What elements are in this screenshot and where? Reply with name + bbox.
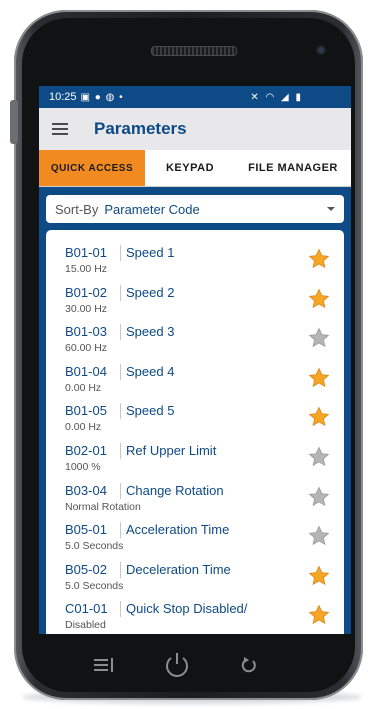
parameter-row[interactable]: B05-02 Deceleration Time 5.0 Seconds [46, 559, 344, 599]
parameter-name: Acceleration Time [126, 522, 230, 538]
hamburger-menu-icon[interactable] [52, 123, 68, 135]
parameter-value: 15.00 Hz [65, 263, 108, 275]
side-button [10, 100, 18, 144]
parameter-name: Speed 1 [126, 245, 175, 260]
star-favorite-icon[interactable] [308, 604, 330, 626]
parameter-code: B01-01 [65, 245, 107, 260]
power-home-icon[interactable] [162, 650, 192, 680]
notification-icons: ▣ ● ◍ • [80, 91, 124, 103]
parameter-value: Disabled [65, 619, 106, 632]
parameter-name: Change Rotation [126, 482, 224, 498]
sort-by-dropdown[interactable]: Sort-By Parameter Code [46, 195, 344, 223]
parameter-name: Speed 4 [126, 363, 175, 379]
tab-bar: QUICK ACCESS KEYPAD FILE MANAGER [39, 150, 351, 187]
device-nav-bar [22, 640, 327, 690]
separator [120, 522, 121, 539]
parameter-name: Quick Stop Disabled/ [126, 601, 248, 617]
parameter-code: B05-02 [65, 561, 107, 577]
back-rotate-icon[interactable] [240, 656, 258, 674]
tab-keypad[interactable]: KEYPAD [145, 150, 235, 186]
star-favorite-icon[interactable] [308, 406, 330, 428]
parameter-row[interactable]: B02-01 Ref Upper Limit 1000 % [46, 440, 344, 480]
parameter-value: 0.00 Hz [65, 381, 102, 394]
parameter-value: Normal Rotation [65, 500, 141, 513]
star-favorite-icon[interactable] [308, 288, 330, 310]
parameter-row[interactable]: B01-03 Speed 3 60.00 Hz [46, 321, 344, 361]
front-camera [318, 47, 324, 53]
parameter-list-container: B01-01 Speed 1 15.00 Hz B01-02 Speed 2 30.00 … [39, 230, 351, 634]
parameter-code: C01-01 [65, 601, 108, 617]
parameter-name: Deceleration Time [126, 561, 231, 577]
sort-by-value: Parameter Code [104, 201, 200, 217]
parameter-value: 5.0 Seconds [65, 540, 124, 553]
tab-quick-access[interactable]: QUICK ACCESS [39, 150, 145, 186]
parameter-code: B02-01 [65, 442, 107, 458]
parameter-code: B01-05 [65, 403, 107, 419]
star-outline-icon[interactable] [308, 525, 330, 547]
star-favorite-icon[interactable] [308, 565, 330, 587]
parameter-row[interactable]: B05-01 Acceleration Time 5.0 Seconds [46, 519, 344, 559]
system-icons: ✕ ◠ ◢ ▮ [250, 91, 303, 103]
separator [120, 561, 121, 578]
dropdown-arrow-icon [327, 207, 335, 211]
separator [120, 403, 121, 420]
parameter-code: B01-04 [65, 363, 107, 379]
parameter-row[interactable]: B01-04 Speed 4 0.00 Hz [46, 361, 344, 401]
parameter-value: 60.00 Hz [65, 342, 108, 355]
star-outline-icon[interactable] [308, 327, 330, 349]
separator [120, 482, 121, 499]
parameter-row[interactable]: B03-04 Change Rotation Normal Rotation [46, 480, 344, 520]
recent-apps-icon[interactable] [92, 657, 114, 673]
app-bar: Parameters [39, 108, 351, 150]
parameter-name: Speed 2 [126, 284, 175, 300]
parameter-row[interactable]: B01-02 Speed 2 30.00 Hz [46, 282, 344, 322]
parameter-row[interactable]: C01-01 Quick Stop Disabled/Disabled [46, 598, 344, 634]
parameter-value: 1000 % [65, 460, 101, 473]
parameter-code: B01-02 [65, 284, 107, 300]
parameter-value: 5.0 Seconds [65, 579, 124, 592]
parameter-list: B01-01 Speed 1 15.00 Hz B01-02 Speed 2 30.00 … [46, 230, 344, 634]
parameter-row[interactable]: B01-05 Speed 5 0.00 Hz [46, 400, 344, 440]
sort-bar: Sort-By Parameter Code [39, 187, 351, 230]
separator [120, 284, 121, 301]
separator [120, 442, 121, 459]
parameter-code: B05-01 [65, 522, 107, 538]
parameter-code: B01-03 [65, 324, 107, 340]
parameter-name: Speed 5 [126, 403, 175, 419]
page-title: Parameters [94, 119, 187, 138]
separator [120, 245, 121, 261]
status-bar: 10:25 ▣ ● ◍ • ✕ ◠ ◢ ▮ [39, 86, 351, 108]
parameter-name: Ref Upper Limit [126, 442, 217, 458]
tab-file-manager[interactable]: FILE MANAGER [235, 150, 351, 186]
parameter-value: 0.00 Hz [65, 421, 102, 434]
sort-by-label: Sort-By [55, 201, 99, 217]
app-screen: 10:25 ▣ ● ◍ • ✕ ◠ ◢ ▮ Parameters QUICK A… [39, 86, 351, 634]
status-time: 10:25 [49, 91, 77, 103]
parameter-row[interactable]: B01-01 Speed 1 15.00 Hz [46, 242, 344, 282]
parameter-name: Speed 3 [126, 324, 175, 340]
star-favorite-icon[interactable] [308, 248, 330, 270]
parameter-code: B03-04 [65, 482, 107, 498]
star-outline-icon[interactable] [308, 486, 330, 508]
separator [120, 601, 121, 618]
earpiece-speaker [151, 46, 237, 56]
separator [120, 363, 121, 380]
star-favorite-icon[interactable] [308, 367, 330, 389]
star-outline-icon[interactable] [308, 446, 330, 468]
separator [120, 324, 121, 341]
parameter-value: 30.00 Hz [65, 302, 108, 315]
